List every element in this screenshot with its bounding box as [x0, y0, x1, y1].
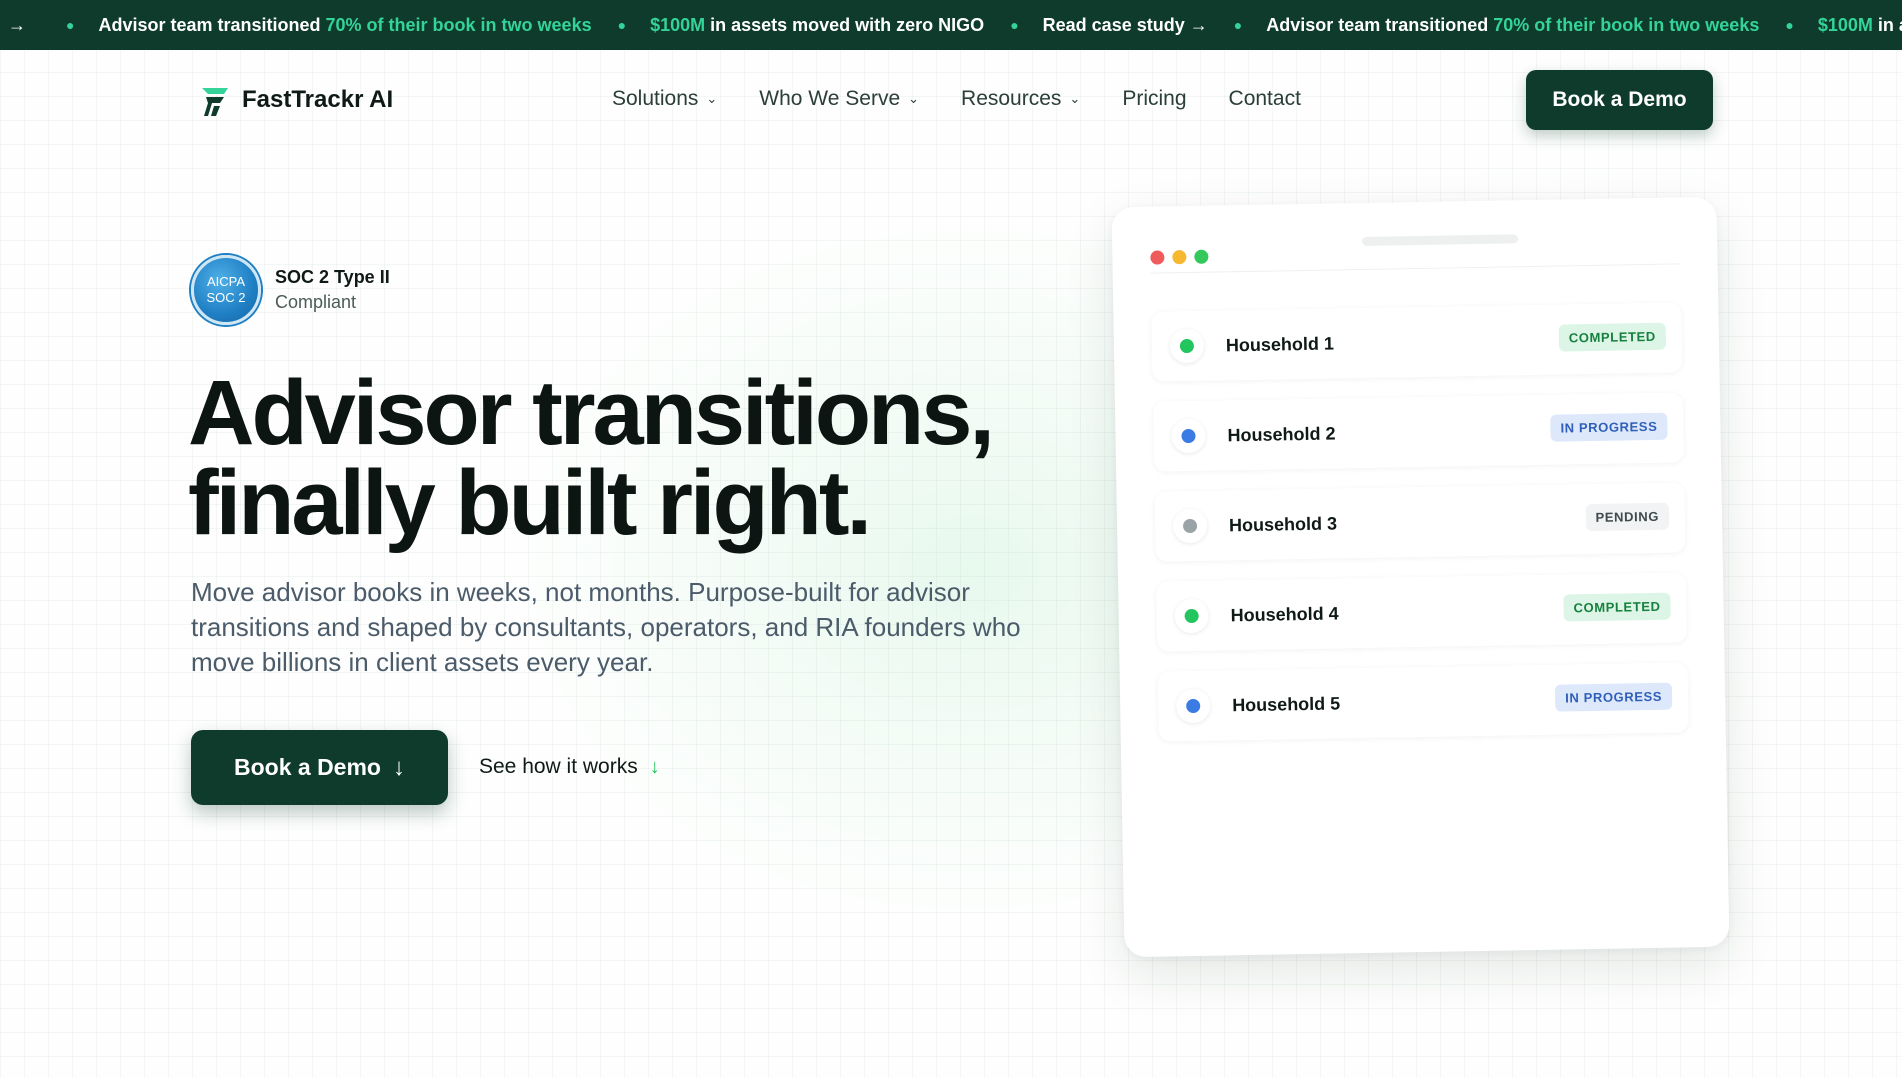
ticker-item: $100M in assets moved with zero NIGO — [650, 14, 985, 35]
household-name: Household 1 — [1225, 332, 1335, 355]
see-how-it-works-link[interactable]: See how it works ↓ — [479, 755, 660, 779]
status-indicator — [1169, 328, 1205, 364]
window-divider — [1150, 263, 1681, 274]
window-close-dot — [1150, 250, 1165, 265]
ticker-item: $100M in ass — [1817, 14, 1902, 35]
ticker-separator-dot: ● — [617, 17, 627, 33]
status-dot — [1184, 608, 1199, 624]
chevron-down-icon: ⌄ — [706, 91, 718, 106]
household-row: Household 5 IN PROGRESS — [1157, 662, 1689, 742]
top-navigation: FastTrackr AI Solutions ⌄ Who We Serve ⌄… — [0, 50, 1902, 150]
soc2-badge: AICPA SOC 2 SOC 2 Type II Compliant — [191, 255, 390, 325]
hero-book-demo-button[interactable]: Book a Demo ↓ — [191, 730, 448, 805]
arrow-right-icon: → — [1189, 14, 1208, 35]
soc2-title: SOC 2 Type II — [275, 267, 390, 287]
household-row: Household 1 COMPLETED — [1151, 302, 1683, 382]
chevron-down-icon: ⌄ — [908, 91, 920, 106]
window-maximize-dot — [1194, 249, 1209, 264]
household-name: Household 2 — [1227, 422, 1336, 445]
ticker-track: → ● Advisor team transitioned 70% of the… — [0, 15, 1902, 36]
status-indicator — [1172, 508, 1208, 544]
household-row: Household 4 COMPLETED — [1156, 572, 1688, 652]
soc2-badge-text: SOC 2 Type II Compliant — [275, 267, 390, 313]
hero-headline: Advisor transitions, finally built right… — [188, 362, 995, 554]
arrow-right-icon: → — [8, 14, 26, 35]
nav-pricing[interactable]: Pricing — [1122, 87, 1186, 111]
household-row: Household 3 PENDING — [1154, 482, 1686, 562]
nav-solutions[interactable]: Solutions ⌄ — [612, 87, 717, 111]
status-dot — [1182, 518, 1198, 534]
aicpa-soc2-seal: AICPA SOC 2 — [191, 255, 261, 325]
hero-subheadline: Move advisor books in weeks, not months.… — [191, 577, 1021, 677]
arrow-down-icon: ↓ — [649, 755, 660, 778]
nav-book-demo-button[interactable]: Book a Demo — [1526, 70, 1713, 130]
status-badge: IN PROGRESS — [1554, 682, 1673, 712]
ticker-item: Advisor team transitioned 70% of their b… — [1266, 14, 1760, 35]
household-name: Household 4 — [1230, 602, 1339, 625]
status-badge: PENDING — [1585, 502, 1670, 532]
nav-contact[interactable]: Contact — [1229, 87, 1301, 111]
ticker-item: Advisor team transitioned 70% of their b… — [98, 14, 592, 35]
ticker-separator-dot: ● — [66, 17, 75, 33]
nav-links: Solutions ⌄ Who We Serve ⌄ Resources ⌄ P… — [612, 87, 1343, 111]
status-indicator — [1171, 418, 1206, 454]
household-name: Household 3 — [1228, 512, 1338, 535]
status-badge: COMPLETED — [1558, 322, 1667, 352]
status-dot — [1186, 698, 1201, 714]
arrow-down-icon: ↓ — [392, 753, 405, 781]
household-row: Household 2 IN PROGRESS — [1152, 392, 1685, 472]
announcement-ticker: → ● Advisor team transitioned 70% of the… — [0, 0, 1902, 50]
ticker-separator-dot: ● — [1233, 17, 1243, 33]
window-minimize-dot — [1172, 250, 1187, 265]
window-controls — [1150, 249, 1216, 265]
household-list: Household 1 COMPLETED Household 2 IN PRO… — [1151, 302, 1689, 761]
status-badge: IN PROGRESS — [1550, 412, 1668, 442]
fasttrackr-logo-icon — [202, 88, 228, 116]
nav-resources[interactable]: Resources ⌄ — [961, 87, 1080, 111]
status-dot — [1179, 338, 1195, 354]
app-preview-window: Household 1 COMPLETED Household 2 IN PRO… — [1111, 196, 1730, 958]
brand-logo[interactable]: FastTrackr AI — [198, 82, 393, 118]
brand-name: FastTrackr AI — [242, 86, 394, 113]
status-dot — [1181, 428, 1196, 444]
soc2-subtitle: Compliant — [275, 292, 357, 312]
ticker-separator-dot: ● — [1785, 17, 1794, 33]
household-name: Household 5 — [1232, 692, 1341, 715]
status-badge: COMPLETED — [1563, 592, 1671, 622]
status-indicator — [1174, 598, 1209, 634]
ticker-separator-dot: ● — [1010, 17, 1019, 33]
nav-who-we-serve[interactable]: Who We Serve ⌄ — [759, 87, 919, 111]
status-indicator — [1175, 688, 1211, 724]
window-title-placeholder — [1362, 234, 1519, 246]
read-case-study-link[interactable]: Read case study → — [1043, 15, 1208, 36]
chevron-down-icon: ⌄ — [1069, 91, 1081, 106]
